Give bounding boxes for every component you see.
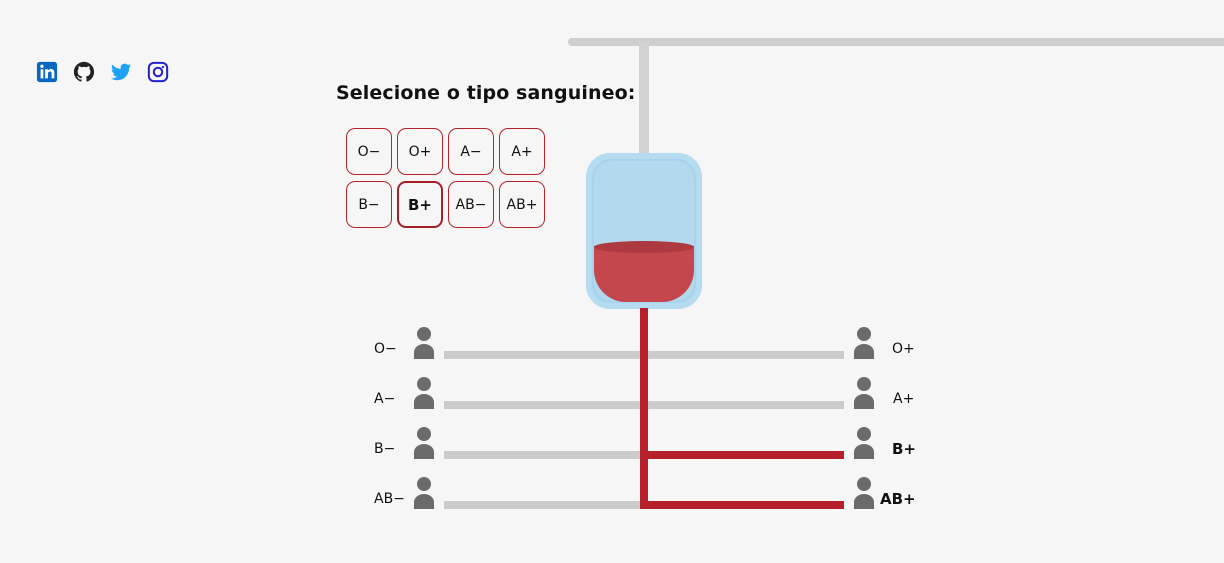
blood-type-button-b-pos[interactable]: B+ xyxy=(397,181,443,228)
person-icon xyxy=(853,426,875,460)
recipient-label-ab-neg: AB− xyxy=(374,491,405,507)
person-icon xyxy=(413,326,435,360)
person-icon xyxy=(413,376,435,410)
blood-level xyxy=(594,246,694,302)
person-icon xyxy=(853,326,875,360)
blood-type-button-a-pos[interactable]: A+ xyxy=(499,128,545,175)
recipient-label-b-pos: B+ xyxy=(892,440,917,458)
linkedin-icon[interactable] xyxy=(36,61,58,83)
iv-stand-bar xyxy=(568,38,1224,46)
instagram-icon[interactable] xyxy=(147,61,169,83)
iv-stand-pole xyxy=(639,42,649,158)
recipient-label-b-neg: B− xyxy=(374,441,396,457)
social-links xyxy=(36,61,169,83)
blood-type-button-o-neg[interactable]: O− xyxy=(346,128,392,175)
blood-type-button-a-neg[interactable]: A− xyxy=(448,128,494,175)
recipient-label-o-neg: O− xyxy=(374,341,397,357)
recipient-label-o-pos: O+ xyxy=(892,341,915,357)
page-title: Selecione o tipo sanguineo: xyxy=(336,82,636,104)
recipient-label-ab-pos: AB+ xyxy=(880,490,916,508)
person-icon xyxy=(853,376,875,410)
blood-type-button-o-pos[interactable]: O+ xyxy=(397,128,443,175)
twitter-icon[interactable] xyxy=(110,61,132,83)
recipient-label-a-pos: A+ xyxy=(893,391,915,407)
recipient-label-a-neg: A− xyxy=(374,391,396,407)
blood-type-button-b-neg[interactable]: B− xyxy=(346,181,392,228)
tube-main xyxy=(640,308,648,509)
blood-type-button-ab-neg[interactable]: AB− xyxy=(448,181,494,228)
person-icon xyxy=(413,476,435,510)
tube-to-b-pos xyxy=(640,451,844,459)
github-icon[interactable] xyxy=(73,61,95,83)
person-icon xyxy=(853,476,875,510)
person-icon xyxy=(413,426,435,460)
tube-to-ab-pos xyxy=(640,501,844,509)
blood-type-selector: O− O+ A− A+ B− B+ AB− AB+ xyxy=(346,128,545,228)
blood-type-button-ab-pos[interactable]: AB+ xyxy=(499,181,545,228)
blood-surface xyxy=(594,241,694,253)
